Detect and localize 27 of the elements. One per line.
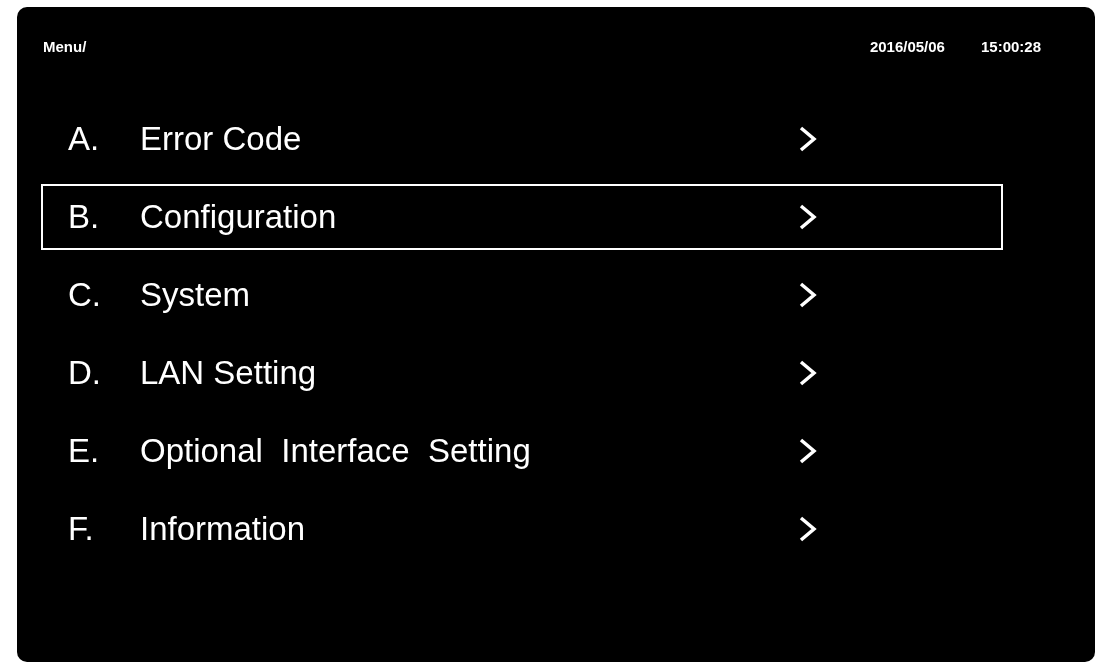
item-label: LAN Setting	[140, 353, 318, 394]
chevron-right-icon	[798, 515, 818, 543]
menu-item[interactable]: A. Error Code	[41, 106, 1003, 172]
chevron-right-icon	[798, 437, 818, 465]
item-label: Information	[140, 509, 307, 550]
menu-title: Menu/	[43, 36, 87, 57]
chevron-right-icon	[798, 359, 818, 387]
menu-item[interactable]: E. Optional Interface Setting	[41, 418, 1003, 484]
item-label: Error Code	[140, 119, 303, 160]
item-label: Optional Interface Setting	[140, 431, 532, 472]
menu-item[interactable]: B. Configuration	[41, 184, 1003, 250]
item-letter: B.	[68, 197, 101, 238]
item-letter: C.	[68, 275, 102, 316]
menu-item[interactable]: D. LAN Setting	[41, 340, 1003, 406]
item-letter: E.	[68, 431, 101, 472]
menu-item[interactable]: C. System	[41, 262, 1003, 328]
item-label: Configuration	[140, 197, 338, 238]
chevron-right-icon	[798, 203, 818, 231]
item-label: System	[140, 275, 252, 316]
time-text: 15:00:28	[980, 36, 1041, 57]
item-letter: A.	[68, 119, 101, 160]
item-letter: F.	[68, 509, 95, 550]
item-letter: D.	[68, 353, 102, 394]
menu-item[interactable]: F. Information	[41, 496, 1003, 562]
date-text: 2016/05/06	[869, 36, 945, 57]
chevron-right-icon	[798, 125, 818, 153]
chevron-right-icon	[798, 281, 818, 309]
